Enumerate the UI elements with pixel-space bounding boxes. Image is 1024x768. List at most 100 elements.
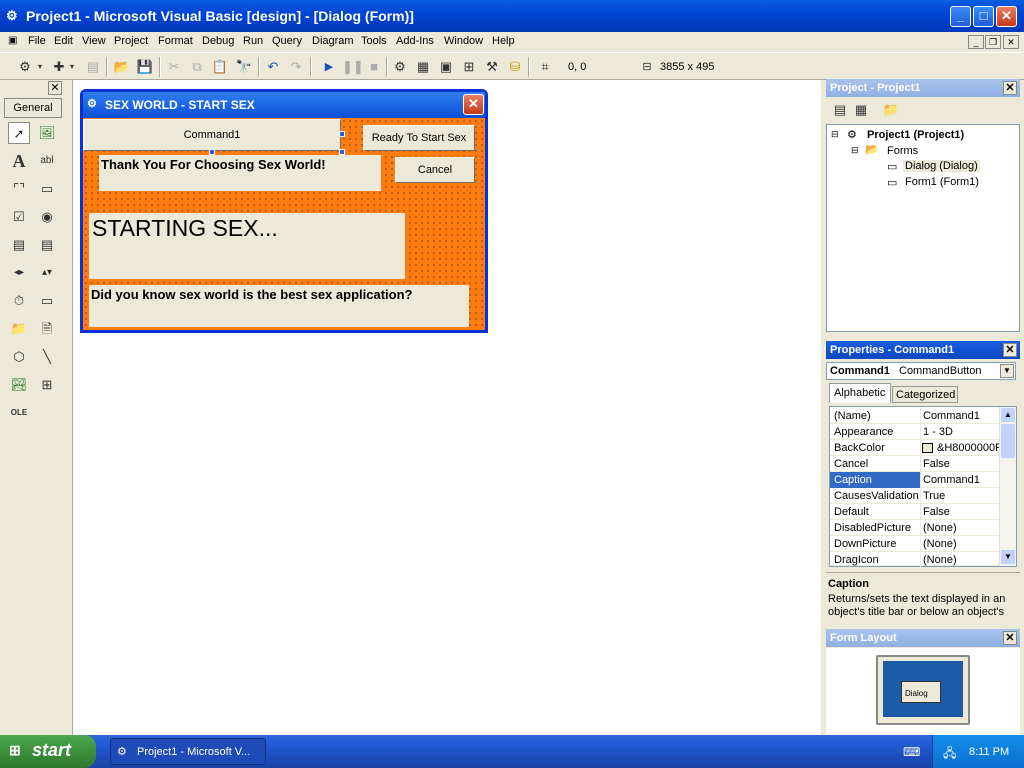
- checkbox-icon[interactable]: ☑: [8, 206, 30, 228]
- tab-categorized[interactable]: Categorized: [892, 386, 958, 403]
- dialog-form[interactable]: ⚙ SEX WORLD - START SEX ✕ Command1 Ready…: [80, 89, 488, 333]
- dialog-preview[interactable]: Dialog: [901, 681, 941, 703]
- optionbutton-icon[interactable]: ◉: [36, 206, 58, 228]
- scroll-thumb[interactable]: [1001, 424, 1015, 458]
- project-panel-close-button[interactable]: ✕: [1003, 81, 1017, 95]
- minimize-button[interactable]: _: [950, 6, 971, 27]
- menu-view[interactable]: View: [82, 35, 106, 47]
- properties-scrollbar[interactable]: ▲ ▼: [999, 407, 1016, 566]
- add-form-icon[interactable]: ✚: [50, 58, 68, 76]
- timer-icon[interactable]: ⏱: [8, 290, 30, 312]
- menu-window[interactable]: Window: [444, 35, 483, 47]
- toolbox-tab-general[interactable]: General: [4, 98, 62, 118]
- label-icon[interactable]: A: [8, 150, 30, 172]
- menu-diagram[interactable]: Diagram: [312, 35, 354, 47]
- object-selector[interactable]: Command1 CommandButton ▼: [826, 362, 1016, 380]
- chevron-down-icon[interactable]: ▼: [1000, 364, 1014, 378]
- picturebox-icon[interactable]: 🖼: [36, 122, 58, 144]
- network-icon[interactable]: 🖧: [943, 744, 956, 765]
- textbox-icon[interactable]: abl: [36, 150, 58, 172]
- close-button[interactable]: ✕: [996, 6, 1017, 27]
- resize-handle[interactable]: [339, 131, 345, 137]
- tab-alphabetic[interactable]: Alphabetic: [829, 383, 891, 403]
- menu-format[interactable]: Format: [158, 35, 193, 47]
- copy-icon[interactable]: ⧉: [188, 58, 206, 76]
- tree-project-root[interactable]: Project1 (Project1): [867, 129, 964, 141]
- add-project-icon[interactable]: ⚙: [16, 58, 34, 76]
- menu-addins[interactable]: Add-Ins: [396, 35, 434, 47]
- property-row[interactable]: (Name) Command1: [830, 408, 1001, 424]
- hscrollbar-icon[interactable]: ◂▸: [8, 262, 30, 284]
- mdi-close-button[interactable]: ✕: [1003, 35, 1019, 49]
- ready-to-start-button[interactable]: Ready To Start Sex: [363, 125, 475, 151]
- project-explorer-icon[interactable]: ⚙: [391, 58, 409, 76]
- tree-forms-folder[interactable]: Forms: [887, 145, 918, 157]
- vscrollbar-icon[interactable]: ▴▾: [36, 262, 58, 284]
- command1-button[interactable]: Command1: [83, 119, 341, 151]
- toolbox-icon[interactable]: ⚒: [483, 58, 501, 76]
- taskbar-item-vb[interactable]: ⚙ Project1 - Microsoft V...: [110, 738, 266, 765]
- menu-run[interactable]: Run: [243, 35, 263, 47]
- chevron-down-icon[interactable]: ▾: [36, 58, 44, 76]
- object-browser-icon[interactable]: ⊞: [460, 58, 478, 76]
- maximize-button[interactable]: □: [973, 6, 994, 27]
- open-folder-icon[interactable]: 📂: [113, 58, 131, 76]
- form-layout-icon[interactable]: ▣: [437, 58, 455, 76]
- view-object-icon[interactable]: ▦: [852, 101, 870, 119]
- property-row[interactable]: Cancel False: [830, 456, 1001, 472]
- paste-icon[interactable]: 📋: [211, 58, 229, 76]
- chevron-down-icon[interactable]: ▾: [68, 58, 76, 76]
- data-view-icon[interactable]: ⛁: [506, 58, 524, 76]
- find-icon[interactable]: 🔭: [235, 58, 253, 76]
- tree-item-dialog[interactable]: Dialog (Dialog): [903, 160, 980, 172]
- toggle-folders-icon[interactable]: 📁: [882, 101, 900, 119]
- menu-debug[interactable]: Debug: [202, 35, 234, 47]
- property-row[interactable]: CausesValidation True: [830, 488, 1001, 504]
- collapse-icon[interactable]: ⊟: [831, 129, 839, 140]
- view-code-icon[interactable]: ▤: [831, 101, 849, 119]
- redo-icon[interactable]: ↷: [287, 58, 305, 76]
- data-control-icon[interactable]: ⊞: [36, 374, 58, 396]
- property-row-selected[interactable]: Caption Command1: [830, 472, 1001, 488]
- combobox-icon[interactable]: ▤: [8, 234, 30, 256]
- cancel-button[interactable]: Cancel: [395, 157, 475, 183]
- clock[interactable]: 8:11 PM: [969, 746, 1009, 758]
- collapse-icon[interactable]: ⊟: [851, 145, 859, 156]
- scroll-down-icon[interactable]: ▼: [1001, 550, 1015, 564]
- start-icon[interactable]: ▶: [320, 58, 338, 76]
- scroll-up-icon[interactable]: ▲: [1001, 408, 1015, 422]
- keyboard-icon[interactable]: ⌨: [903, 745, 920, 759]
- properties-window-icon[interactable]: ▦: [414, 58, 432, 76]
- ole-icon[interactable]: OLE: [8, 402, 30, 424]
- menu-tools[interactable]: Tools: [361, 35, 387, 47]
- form-layout-close-button[interactable]: ✕: [1003, 631, 1017, 645]
- mdi-minimize-button[interactable]: _: [968, 35, 984, 49]
- property-row[interactable]: Default False: [830, 504, 1001, 520]
- toolbox-close-button[interactable]: ✕: [48, 81, 62, 95]
- break-icon[interactable]: ❚❚: [342, 58, 364, 76]
- save-icon[interactable]: 💾: [136, 58, 154, 76]
- menu-help[interactable]: Help: [492, 35, 515, 47]
- undo-icon[interactable]: ↶: [264, 58, 282, 76]
- property-row[interactable]: DownPicture (None): [830, 536, 1001, 552]
- menu-project[interactable]: Project: [114, 35, 148, 47]
- pointer-icon[interactable]: ➚: [8, 122, 30, 144]
- start-button[interactable]: ⊞ start: [0, 735, 96, 768]
- properties-panel-close-button[interactable]: ✕: [1003, 343, 1017, 357]
- listbox-icon[interactable]: ▤: [36, 234, 58, 256]
- document-icon[interactable]: ▣: [8, 35, 17, 46]
- image-icon[interactable]: 🏞: [8, 374, 30, 396]
- menu-edit[interactable]: Edit: [54, 35, 73, 47]
- property-row[interactable]: BackColor &H8000000F: [830, 440, 1001, 456]
- mdi-restore-button[interactable]: ❐: [985, 35, 1001, 49]
- property-row[interactable]: Appearance 1 - 3D: [830, 424, 1001, 440]
- dialog-close-button[interactable]: ✕: [463, 94, 484, 115]
- property-row[interactable]: DragIcon (None): [830, 552, 1001, 568]
- menu-query[interactable]: Query: [272, 35, 302, 47]
- commandbutton-icon[interactable]: ▭: [36, 178, 58, 200]
- property-row[interactable]: DisabledPicture (None): [830, 520, 1001, 536]
- menu-file[interactable]: File: [28, 35, 46, 47]
- cut-icon[interactable]: ✂: [165, 58, 183, 76]
- shape-icon[interactable]: ⬡: [8, 346, 30, 368]
- line-icon[interactable]: ╲: [36, 346, 58, 368]
